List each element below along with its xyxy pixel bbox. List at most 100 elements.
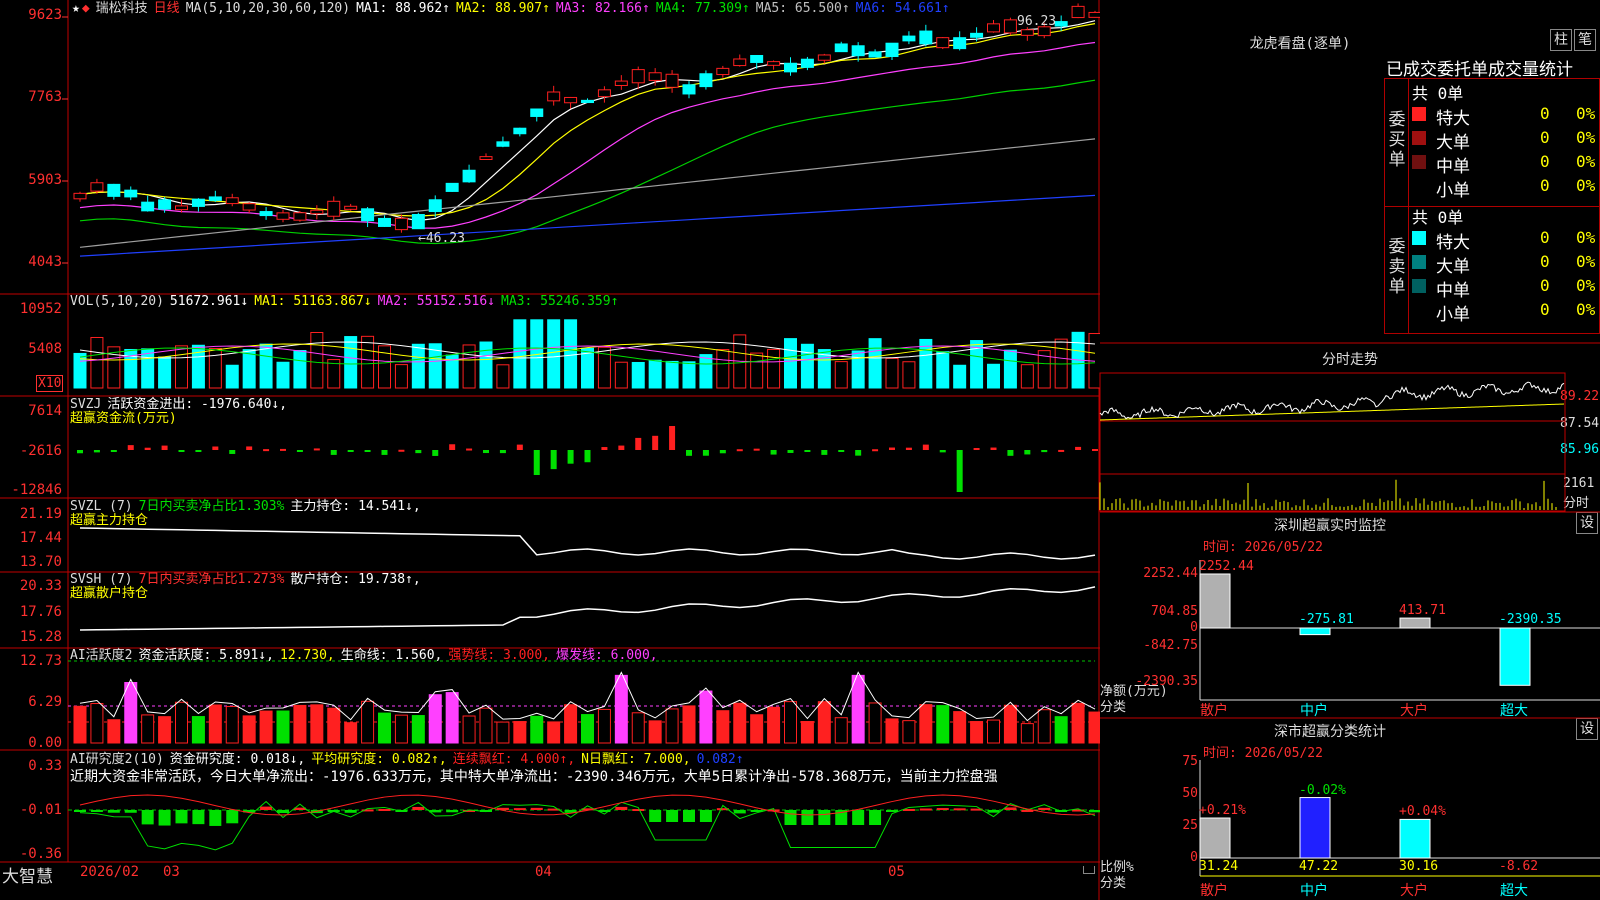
period-label[interactable]: 日线	[154, 1, 180, 16]
capital-flow-bar	[939, 450, 946, 453]
candle-body	[191, 198, 205, 207]
candle-body	[107, 183, 121, 197]
ma-line-5	[79, 138, 1096, 248]
activity-bar	[547, 721, 561, 744]
research-bar	[446, 810, 459, 813]
activity-bar	[699, 690, 713, 744]
dragon-tab-header[interactable]: 已成交委托单成交量统计	[1386, 55, 1573, 80]
sz-class-bar	[1299, 797, 1331, 859]
sz-class-time: 时间: 2026/05/22	[1203, 746, 1323, 761]
ai2-tick-3: -0.36	[19, 846, 62, 862]
capital-flow-bar	[415, 450, 422, 454]
activity-bar	[225, 706, 239, 744]
buy-side-label: 委买单	[1388, 110, 1406, 170]
capital-flow-bar	[1007, 450, 1014, 456]
sz-monitor-category: 散户	[1200, 703, 1228, 719]
vol-unit-badge[interactable]: X10	[36, 375, 64, 392]
capital-flow-bar	[821, 450, 828, 455]
research-bar	[90, 810, 103, 812]
volume-bar	[411, 343, 425, 389]
activity-bar	[276, 710, 290, 744]
activity-bar	[344, 722, 358, 744]
candle-body	[225, 197, 239, 205]
capital-flow-bar	[1092, 449, 1098, 452]
candle-body	[158, 199, 172, 210]
volume-bar	[496, 364, 510, 389]
candle-body	[682, 84, 696, 95]
candle-body	[141, 201, 155, 212]
ai2-tick-1: 0.33	[28, 758, 62, 774]
sz-class-value-label: -8.62	[1499, 859, 1539, 874]
sz-monitor-bar-label: 413.71	[1399, 603, 1446, 619]
buy-row-name: 大单	[1436, 133, 1470, 153]
intraday-frame	[1099, 372, 1566, 512]
research-bar	[699, 810, 712, 822]
sz-monitor-tick: -2390.35	[1135, 674, 1198, 689]
tick-mode-button[interactable]: 笔	[1574, 29, 1596, 51]
sz-class-settings-button[interactable]: 设	[1576, 718, 1598, 740]
candle-body	[310, 209, 324, 215]
sz-class-change-label: +0.04%	[1399, 804, 1446, 820]
candle-body	[750, 54, 764, 63]
sz-class-change-label: -0.02%	[1299, 782, 1346, 798]
lock-icon[interactable]	[1083, 866, 1095, 874]
activity-bar	[1003, 704, 1017, 744]
intraday-title: 分时走势	[1322, 352, 1378, 368]
volume-bar	[1020, 364, 1034, 389]
activity-bar	[733, 702, 747, 744]
price-tick-2: 7763	[28, 89, 62, 105]
stock-name: 瑞松科技	[95, 1, 148, 16]
buy-row-name: 中单	[1436, 157, 1470, 177]
low-price-marker: ←46.23	[418, 231, 465, 246]
intraday-tick-3: 85.96	[1560, 442, 1600, 457]
activity-bar	[919, 704, 933, 744]
activity-bar	[1088, 711, 1100, 744]
capital-flow-bar	[229, 450, 236, 454]
capital-flow-bar	[398, 449, 405, 452]
capital-flow-bar	[584, 450, 591, 463]
research-bar	[987, 810, 1000, 813]
volume-bar	[699, 354, 713, 389]
svsh-sub: 超赢散户持仓	[70, 586, 149, 601]
bar-mode-button[interactable]: 柱	[1550, 29, 1572, 51]
capital-flow-bar	[516, 444, 523, 450]
candle-body	[1054, 21, 1068, 27]
diamond-icon: ◆	[81, 1, 90, 16]
volume-bar	[141, 348, 155, 389]
intraday-price-line	[1099, 381, 1565, 420]
svzl-sub: 超赢主力持仓	[70, 513, 149, 528]
sell-row-count: 0	[1540, 228, 1550, 247]
capital-flow-bar	[1024, 450, 1031, 455]
buy-row-count: 0	[1540, 104, 1550, 123]
capital-flow-bar	[347, 450, 354, 452]
volume-bar	[158, 356, 172, 389]
sz-monitor-settings-button[interactable]: 设	[1576, 512, 1598, 534]
research-bar	[513, 808, 526, 811]
candle-body	[344, 205, 358, 210]
buy-row-name: 特大	[1436, 109, 1470, 129]
svzl-header: SVZL (7) 7日内买卖净占比1.303% 主力持仓: 14.541↓,	[70, 499, 421, 514]
sz-monitor-category: 中户	[1300, 703, 1328, 719]
activity-bar	[902, 720, 916, 744]
candle-body	[428, 199, 442, 213]
svzj-tick-2: -2616	[19, 443, 62, 459]
price-tick-3: 5903	[28, 172, 62, 188]
activity-bar	[496, 721, 510, 744]
candle-body	[784, 62, 797, 73]
sell-row-pct: 0%	[1576, 300, 1596, 319]
research-bar	[226, 810, 239, 824]
star-icon[interactable]: ★	[72, 1, 80, 16]
sz-monitor-bar-label: -275.81	[1299, 612, 1354, 627]
svzj-tick-1: 7614	[28, 403, 62, 419]
volume-bar	[631, 361, 645, 389]
sz-monitor-time: 时间: 2026/05/22	[1203, 540, 1323, 555]
ai1-tick-3: 0.00	[28, 735, 62, 751]
sz-monitor-category: 大户	[1400, 703, 1428, 719]
research-bar	[124, 810, 137, 813]
sz-monitor-tick: 0	[1190, 620, 1198, 635]
ma1-value: MA1: 88.962↑	[356, 1, 450, 16]
sell-side-label: 委卖单	[1388, 237, 1406, 297]
sell-row-name: 中单	[1436, 281, 1470, 301]
dragon-title: 龙虎看盘(逐单)	[1249, 36, 1351, 52]
sz-monitor-tick: 2252.44	[1143, 566, 1198, 581]
